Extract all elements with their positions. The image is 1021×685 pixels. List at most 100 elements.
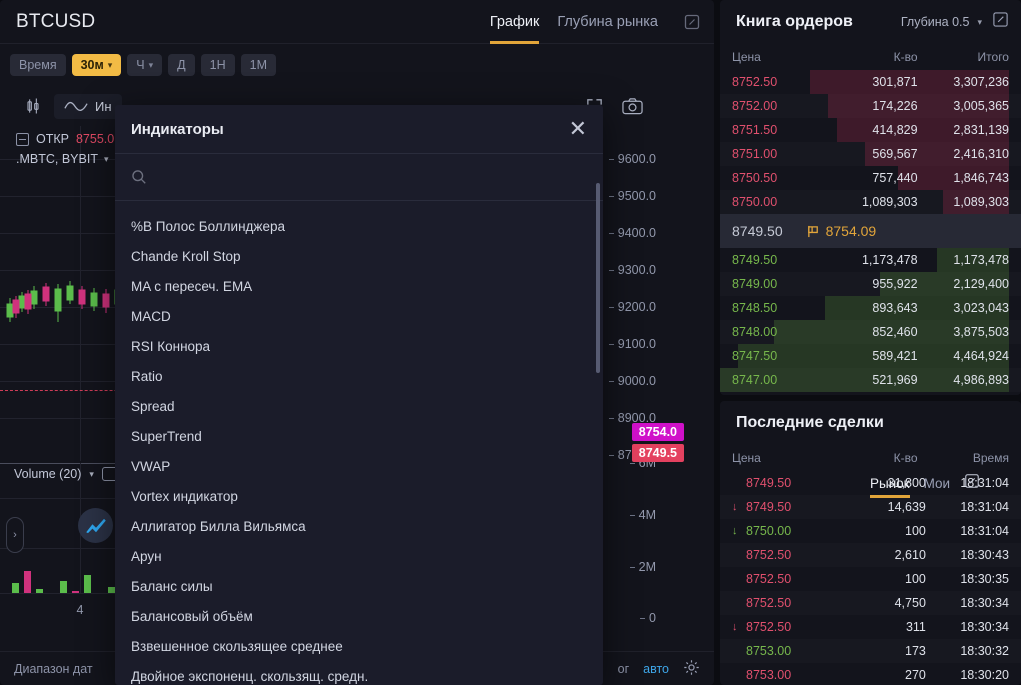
list-item[interactable]: Двойное экспоненц. скользящ. средн. — [115, 661, 603, 685]
bid-price: 8747.50 — [732, 349, 823, 363]
expand-panel-icon[interactable] — [992, 11, 1009, 33]
list-item[interactable]: VWAP — [115, 451, 603, 481]
table-row[interactable]: 8750.001,089,3031,089,303 — [720, 190, 1021, 214]
list-item[interactable]: Ratio — [115, 361, 603, 391]
bid-total: 4,986,893 — [918, 373, 1009, 387]
orderbook-title: Книга ордеров — [736, 13, 853, 31]
table-row[interactable]: ↓8750.0010018:31:04 — [720, 519, 1021, 543]
table-row[interactable]: 8752.5010018:30:35 — [720, 567, 1021, 591]
trade-qty: 2,610 — [843, 548, 926, 562]
list-item[interactable]: Баланс силы — [115, 571, 603, 601]
orderbook-header: Книга ордеров Глубина 0.5 ▾ — [720, 0, 1021, 44]
list-item[interactable]: Арун — [115, 541, 603, 571]
interval-30m[interactable]: 30м▾ — [72, 54, 122, 77]
depth-selector[interactable]: Глубина 0.5 ▾ — [901, 15, 982, 29]
table-row[interactable]: 8747.50589,4214,464,924 — [720, 344, 1021, 368]
auto-scale-label[interactable]: авто — [643, 662, 669, 676]
trades-panel: Последние сделки Цена К-во Время 8749.50… — [720, 401, 1021, 685]
tab-market-depth[interactable]: Глубина рынка — [557, 0, 658, 44]
trades-list: 8749.5031,80018:31:04 ↓8749.5014,63918:3… — [720, 471, 1021, 685]
chart-footer-right: ог авто — [618, 659, 700, 679]
interval-time[interactable]: Время — [10, 54, 66, 77]
search-input[interactable] — [157, 170, 587, 185]
bid-price: 8749.50 — [732, 253, 823, 267]
table-row[interactable]: 8749.00955,9222,129,400 — [720, 272, 1021, 296]
table-row[interactable]: 8749.501,173,4781,173,478 — [720, 248, 1021, 272]
list-item[interactable]: Vortex индикатор — [115, 481, 603, 511]
indicators-button-label: Ин — [95, 99, 112, 114]
list-item[interactable]: MA с пересеч. EMA — [115, 271, 603, 301]
range-drag-handle[interactable]: › — [6, 517, 24, 553]
interval-day[interactable]: Д — [168, 54, 194, 77]
chart-source-row[interactable]: .MBTC, BYBIT ▾ — [16, 152, 108, 166]
tab-market[interactable]: Рынок — [870, 476, 910, 498]
trade-price: ↓8752.50 — [732, 620, 843, 634]
list-item[interactable]: %B Полос Боллинджера — [115, 211, 603, 241]
orderbook-bids: 8749.501,173,4781,173,478 8749.00955,922… — [720, 248, 1021, 392]
log-scale-label[interactable]: ог — [618, 662, 630, 676]
indicators-list[interactable]: %B Полос Боллинджера Chande Kroll Stop M… — [115, 201, 603, 685]
trade-price: ↓8749.50 — [732, 500, 843, 514]
expand-panel-icon[interactable] — [964, 473, 980, 501]
list-item[interactable]: Аллигатор Билла Вильямса — [115, 511, 603, 541]
close-icon[interactable]: ✕ — [569, 118, 587, 140]
camera-icon[interactable] — [616, 92, 650, 120]
table-row[interactable]: 8751.50414,8292,831,139 — [720, 118, 1021, 142]
table-row[interactable]: 8748.00852,4603,875,503 — [720, 320, 1021, 344]
dialog-scrollbar[interactable] — [596, 183, 600, 373]
trades-header: Последние сделки — [720, 401, 1021, 445]
tab-my[interactable]: Мои — [924, 476, 950, 498]
gear-icon[interactable] — [683, 659, 700, 679]
table-row[interactable]: 8751.00569,5672,416,310 — [720, 142, 1021, 166]
ask-price: 8751.50 — [732, 123, 823, 137]
dialog-search-row[interactable] — [115, 153, 603, 201]
interval-30m-label: 30м — [81, 59, 104, 72]
table-row[interactable]: 8752.50301,8713,307,236 — [720, 70, 1021, 94]
trade-qty: 270 — [843, 668, 926, 682]
y-tick: 9200.0 — [618, 300, 656, 314]
candlestick-icon[interactable] — [16, 92, 50, 120]
table-row[interactable]: 8752.504,75018:30:34 — [720, 591, 1021, 615]
interval-1month[interactable]: 1М — [241, 54, 276, 77]
indicators-button[interactable]: Ин — [54, 94, 122, 119]
ask-price: 8752.00 — [732, 99, 823, 113]
orderbook-columns: Цена К-во Итого — [720, 44, 1021, 70]
dialog-title: Индикаторы — [131, 121, 224, 138]
list-item[interactable]: RSI Коннора — [115, 331, 603, 361]
list-item[interactable]: Spread — [115, 391, 603, 421]
trade-price: 8752.50 — [732, 548, 843, 562]
table-row[interactable]: 8747.00521,9694,986,893 — [720, 368, 1021, 392]
table-row[interactable]: ↓8752.5031118:30:34 — [720, 615, 1021, 639]
table-row[interactable]: 8753.0017318:30:32 — [720, 639, 1021, 663]
list-item[interactable]: SuperTrend — [115, 421, 603, 451]
list-item[interactable]: MACD — [115, 301, 603, 331]
ask-price: 8752.50 — [732, 75, 823, 89]
mid-last-price: 8749.50 — [732, 223, 783, 239]
table-row[interactable]: 8752.502,61018:30:43 — [720, 543, 1021, 567]
table-row[interactable]: 8752.00174,2263,005,365 — [720, 94, 1021, 118]
trade-qty: 100 — [843, 572, 926, 586]
volume-legend[interactable]: Volume (20) ▾ — [14, 467, 118, 481]
depth-label: Глубина 0.5 — [901, 15, 970, 29]
popout-icon[interactable] — [682, 12, 702, 32]
trade-price: ↓8750.00 — [732, 524, 843, 538]
table-row[interactable]: 8750.50757,4401,846,743 — [720, 166, 1021, 190]
collapse-icon[interactable] — [16, 133, 29, 146]
list-item[interactable]: Chande Kroll Stop — [115, 241, 603, 271]
list-item[interactable]: Балансовый объём — [115, 601, 603, 631]
date-range-label[interactable]: Диапазон дат — [14, 662, 93, 676]
trade-price-value: 8752.50 — [746, 548, 791, 562]
trade-time: 18:30:34 — [926, 620, 1009, 634]
trade-time: 18:31:04 — [926, 524, 1009, 538]
tab-grafik[interactable]: График — [490, 0, 540, 44]
interval-hour[interactable]: Ч▾ — [127, 54, 162, 77]
column-qty: К-во — [823, 50, 917, 64]
list-item[interactable]: Взвешенное скользящее среднее — [115, 631, 603, 661]
interval-1week[interactable]: 1Н — [201, 54, 235, 77]
ask-price: 8750.50 — [732, 171, 823, 185]
table-row[interactable]: 8748.50893,6433,023,043 — [720, 296, 1021, 320]
trade-qty: 14,639 — [843, 500, 926, 514]
price-y-axis[interactable]: 9600.0 9500.0 9400.0 9300.0 9200.0 9100.… — [600, 126, 714, 461]
table-row[interactable]: 8753.0027018:30:20 — [720, 663, 1021, 685]
y-tick: 9300.0 — [618, 263, 656, 277]
